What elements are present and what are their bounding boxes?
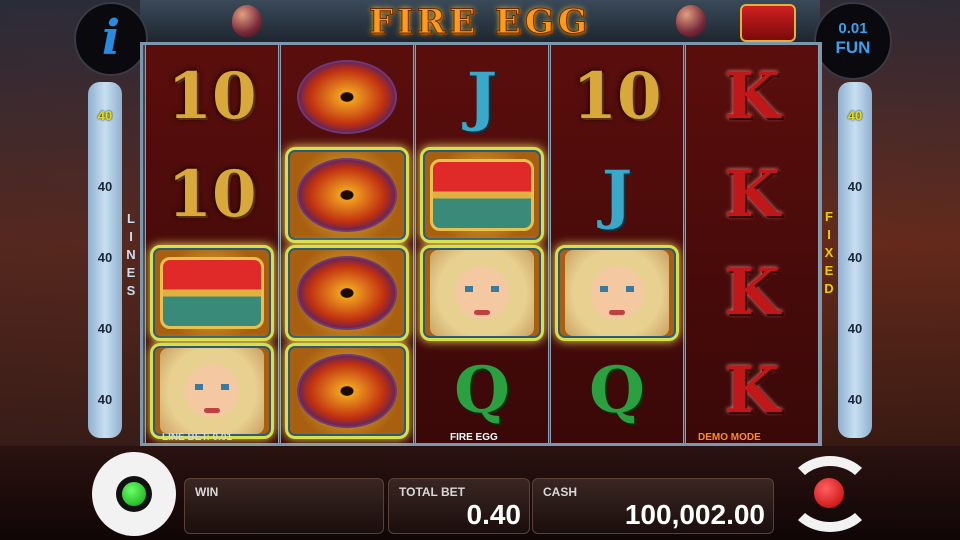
line-count: 40 (97, 321, 113, 336)
reel-2 (280, 45, 414, 443)
denomination-value: 0.01 (838, 20, 868, 37)
symbol-cell: 10 (150, 147, 274, 243)
symbol-cell: K (690, 147, 814, 243)
symbol-cell (150, 245, 274, 341)
dragon-eye-icon (297, 158, 397, 232)
symbol-cell (285, 343, 409, 439)
treasure-chest-icon (160, 257, 264, 329)
fun-badge[interactable]: 0.01 FUN (814, 2, 892, 80)
symbol-cell: J (420, 49, 544, 145)
symbol-cell: Q (420, 343, 544, 439)
dragon-eye-icon (297, 60, 397, 134)
line-count: 40 (847, 392, 863, 407)
symbol-cell: K (690, 245, 814, 341)
dragon-eye-icon (297, 354, 397, 428)
line-count: 40 (97, 179, 113, 194)
lines-label: LINES (126, 211, 136, 298)
line-bet-label: LINE BET: 0.01 (162, 432, 233, 443)
symbol-cell (285, 147, 409, 243)
symbol-cell: K (690, 343, 814, 439)
symbol-10: 10 (572, 59, 662, 134)
line-count: 40 (847, 179, 863, 194)
maiden-icon (160, 348, 264, 434)
line-count: 40 (847, 321, 863, 336)
egg-decoration-icon (676, 5, 706, 37)
lines-indicator-right: 40 40 40 40 40 (838, 82, 872, 438)
symbol-k: K (724, 157, 780, 232)
symbol-cell (285, 49, 409, 145)
symbol-cell (150, 343, 274, 439)
symbol-cell (420, 147, 544, 243)
line-count: 40 (97, 250, 113, 265)
line-count: 40 (97, 392, 113, 407)
reel-1: 10 10 (145, 45, 279, 443)
info-icon: i (101, 10, 121, 66)
maiden-icon (565, 250, 669, 336)
win-panel: WIN (184, 478, 384, 534)
symbol-q: Q (589, 353, 645, 428)
cash-value: 100,002.00 (624, 499, 765, 530)
total-bet-value: 0.40 (466, 499, 522, 530)
symbol-cell: K (690, 49, 814, 145)
status-indicator (122, 482, 146, 506)
reel-5: KKKK (685, 45, 819, 443)
title-banner: FIRE EGG (140, 0, 820, 44)
dragon-eye-icon (297, 256, 397, 330)
symbol-cell (555, 245, 679, 341)
symbol-j: J (601, 157, 633, 232)
total-bet-panel[interactable]: TOTAL BET 0.40 (388, 478, 530, 534)
cash-label: CASH (543, 485, 578, 499)
lines-indicator-left: 40 40 40 40 40 (88, 82, 122, 438)
win-label: WIN (195, 485, 219, 499)
fixed-label: FIXED (824, 209, 834, 296)
treasure-chest-icon (430, 159, 534, 231)
line-count: 40 (847, 250, 863, 265)
demo-mode-label: DEMO MODE (698, 432, 761, 443)
symbol-k: K (724, 353, 780, 428)
reel-3: JQ (415, 45, 549, 443)
symbol-cell: 10 (555, 49, 679, 145)
cash-panel: CASH 100,002.00 (532, 478, 774, 534)
symbol-cell (420, 245, 544, 341)
symbol-10: 10 (167, 157, 257, 232)
reels-frame: 10 10 J Q 10 J Q K K K K (140, 42, 822, 446)
reel-4: 10 J Q (550, 45, 684, 443)
settings-button[interactable] (92, 452, 176, 536)
symbol-j: J (466, 59, 498, 134)
spin-indicator (814, 478, 844, 508)
game-name-label: FIRE EGG (450, 432, 498, 443)
maiden-icon (430, 250, 534, 336)
symbol-k: K (724, 255, 780, 330)
game-title: FIRE EGG (368, 2, 592, 43)
total-bet-label: TOTAL BET (399, 485, 465, 499)
line-count: 40 (97, 108, 113, 123)
symbol-cell (285, 245, 409, 341)
symbol-cell: 10 (150, 49, 274, 145)
line-count: 40 (847, 108, 863, 123)
info-button[interactable]: i (74, 2, 148, 76)
chest-decoration-icon (740, 4, 796, 42)
symbol-k: K (724, 59, 780, 134)
symbol-q: Q (454, 353, 510, 428)
symbol-cell: J (555, 147, 679, 243)
symbol-cell: Q (555, 343, 679, 439)
symbol-10: 10 (167, 59, 257, 134)
spin-button[interactable] (780, 452, 884, 536)
currency-label: FUN (835, 38, 871, 57)
